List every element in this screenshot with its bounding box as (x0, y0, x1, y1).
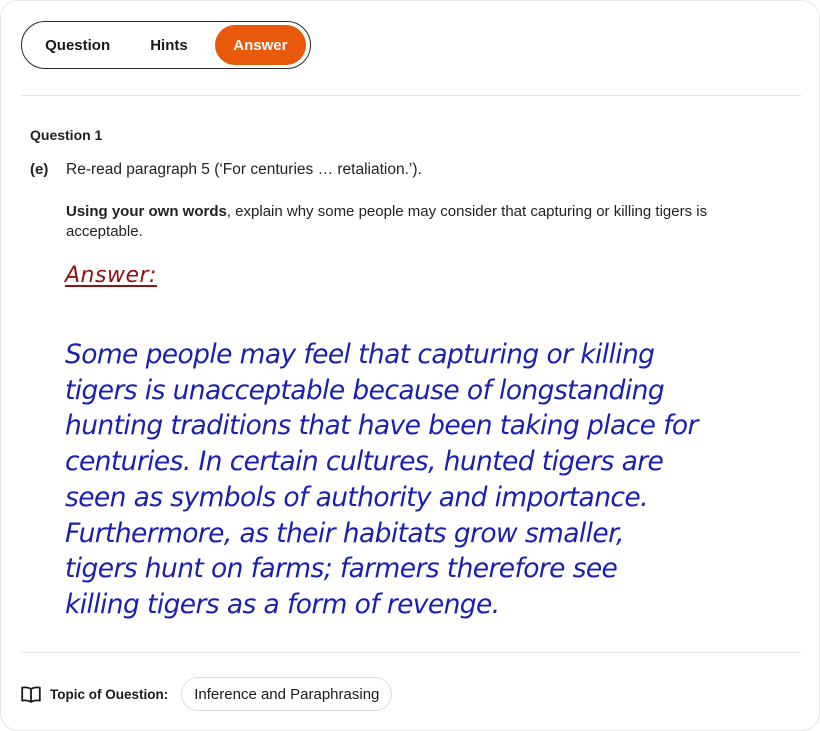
divider-bottom (21, 652, 801, 653)
answer-line: seen as symbols of authority and importa… (65, 481, 649, 513)
answer-line: hunting traditions that have been taking… (65, 410, 698, 442)
tab-hints[interactable]: Hints (129, 25, 208, 65)
answer-heading: Answer: (65, 263, 157, 288)
answer-line: tigers is unacceptable because of longst… (65, 374, 665, 406)
answer-body: Some people may feel that capturing or k… (65, 337, 785, 623)
tab-question[interactable]: Question (26, 25, 129, 65)
instruction-bold: Using your own words (66, 203, 227, 220)
answer-line: centuries. In certain cultures, hunted t… (65, 446, 664, 478)
divider-top (21, 95, 801, 96)
topic-label: Topic of Ouestion: (50, 686, 169, 702)
answer-line: tigers hunt on farms; farmers therefore … (65, 553, 618, 585)
tab-answer[interactable]: Answer (214, 25, 306, 65)
topic-tag[interactable]: Inference and Paraphrasing (181, 677, 393, 711)
question-prompt: Re-read paragraph 5 (‘For centuries … re… (66, 161, 422, 178)
question-label: Question 1 (30, 127, 103, 143)
topic-row: Topic of Ouestion: Inference and Paraphr… (21, 677, 393, 711)
answer-line: Furthermore, as their habitats grow smal… (65, 517, 624, 549)
answer-line: Some people may feel that capturing or k… (65, 339, 655, 370)
book-icon (21, 685, 41, 703)
question-part-letter: (e) (30, 161, 49, 178)
answer-line: killing tigers as a form of revenge. (65, 588, 500, 620)
tab-bar: Question Hints Answer (21, 21, 311, 69)
question-card: Question Hints Answer Question 1 (e) Re-… (0, 0, 820, 731)
question-instruction: Using your own words, explain why some p… (66, 202, 786, 242)
